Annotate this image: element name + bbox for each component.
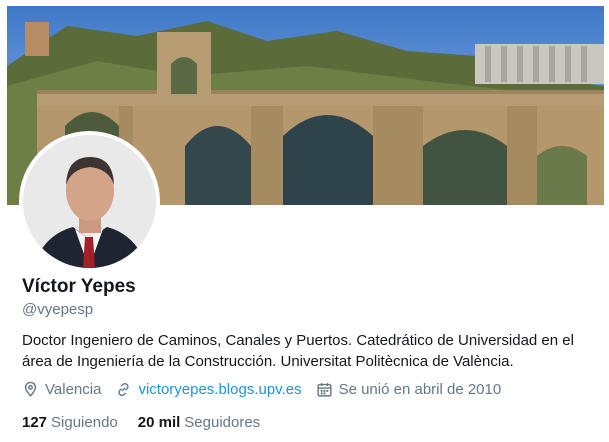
followers-count: 20 mil xyxy=(137,414,181,431)
location-text: Valencia xyxy=(45,381,102,398)
following-label: Siguiendo xyxy=(51,414,118,431)
profile-bio: Doctor Ingeniero de Caminos, Canales y P… xyxy=(22,332,574,370)
joined-text: Se unió en abril de 2010 xyxy=(338,381,502,398)
profile-avatar[interactable] xyxy=(19,131,160,272)
profile-meta: Valencia victoryepes.blogs.upv.es Se uni… xyxy=(22,381,515,398)
following-stat[interactable]: 127 Siguiendo xyxy=(22,414,118,431)
profile-stats: 127 Siguiendo 20 mil Seguidores xyxy=(22,414,280,431)
location-item: Valencia xyxy=(22,381,101,398)
link-icon xyxy=(118,382,130,397)
website-item[interactable]: victoryepes.blogs.upv.es xyxy=(115,381,302,398)
profile-name: Víctor Yepes xyxy=(22,276,136,297)
location-pin-icon xyxy=(24,381,37,397)
following-count: 127 xyxy=(22,414,48,431)
profile-handle: @vyepesp xyxy=(22,301,94,318)
followers-stat[interactable]: 20 mil Seguidores xyxy=(138,414,260,431)
profile-card: Víctor Yepes @vyepesp Doctor Ingeniero d… xyxy=(0,0,609,442)
website-link[interactable]: victoryepes.blogs.upv.es xyxy=(138,381,301,398)
joined-item: Se unió en abril de 2010 xyxy=(316,381,502,398)
calendar-icon xyxy=(316,383,332,397)
followers-label: Seguidores xyxy=(184,414,261,431)
